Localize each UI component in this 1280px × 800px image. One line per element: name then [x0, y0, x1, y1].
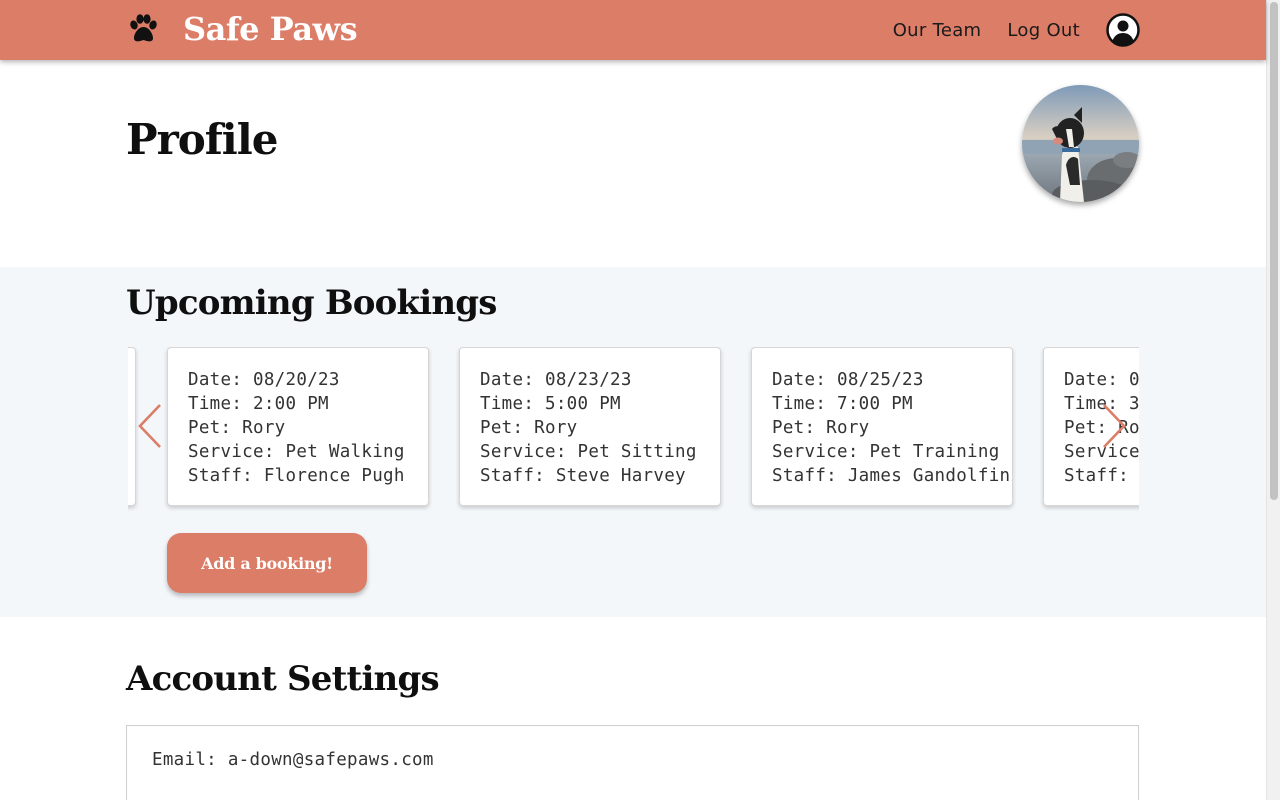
- booking-pet: Pet: Rory: [772, 418, 870, 438]
- page-scrollbar[interactable]: [1266, 0, 1280, 800]
- dog-photo-image: [1022, 85, 1139, 202]
- booking-card[interactable]: Date: 08/20/23 Time: 2:00 PM Pet: Rory S…: [167, 347, 429, 506]
- booking-service: Service: Pet Sitting: [480, 442, 697, 462]
- booking-staff: Staff: Florence Pugh: [188, 466, 405, 486]
- booking-time: Time: 5:00 PM: [480, 394, 621, 414]
- booking-pet: Pet: Rory: [480, 418, 578, 438]
- booking-card[interactable]: Date: 08/25/23 Time: 7:00 PM Pet: Rory S…: [751, 347, 1013, 506]
- carousel-next-button[interactable]: [1101, 403, 1127, 449]
- carousel-prev-button[interactable]: [137, 403, 163, 449]
- nav-our-team-link[interactable]: Our Team: [893, 20, 982, 41]
- booking-date: Date: 08/20/23: [188, 370, 340, 390]
- brand[interactable]: Safe Paws: [126, 10, 358, 48]
- account-settings-card: Email: a-down@safepaws.com: [126, 725, 1139, 800]
- navbar: Safe Paws Our Team Log Out: [0, 0, 1266, 60]
- settings-title: Account Settings: [126, 659, 440, 699]
- booking-service: Service: Pet Walking: [188, 442, 405, 462]
- profile-section: Profile: [0, 60, 1266, 267]
- booking-staff: Staff: Jo: [1064, 466, 1139, 486]
- account-circle-icon[interactable]: [1106, 13, 1140, 47]
- chevron-right-icon: [1103, 404, 1126, 448]
- bookings-section: Upcoming Bookings Date: 08/20/23 Time: 2…: [0, 267, 1266, 617]
- booking-time: Time: 2:00 PM: [188, 394, 329, 414]
- brand-name: Safe Paws: [183, 10, 358, 48]
- booking-service: Service: Pet Training: [772, 442, 1000, 462]
- nav-log-out-link[interactable]: Log Out: [1007, 20, 1080, 41]
- booking-staff: Staff: Steve Harvey: [480, 466, 686, 486]
- paw-icon: [130, 14, 157, 42]
- booking-pet: Pet: Rory: [188, 418, 286, 438]
- booking-card[interactable]: [128, 347, 136, 506]
- chevron-left-icon: [138, 404, 161, 448]
- add-booking-button[interactable]: Add a booking!: [167, 533, 367, 593]
- bookings-carousel[interactable]: Date: 08/20/23 Time: 2:00 PM Pet: Rory S…: [128, 347, 1139, 512]
- booking-staff: Staff: James Gandolfini: [772, 466, 1013, 486]
- bookings-title: Upcoming Bookings: [126, 283, 497, 323]
- email-value: Email: a-down@safepaws.com: [152, 750, 434, 770]
- booking-date: Date: 08/25/23: [772, 370, 924, 390]
- avatar[interactable]: [1022, 85, 1139, 202]
- booking-time: Time: 7:00 PM: [772, 394, 913, 414]
- settings-section: Account Settings Email: a-down@safepaws.…: [0, 617, 1266, 800]
- booking-date: Date: 08/23/23: [480, 370, 632, 390]
- booking-card[interactable]: Date: 08/23/23 Time: 5:00 PM Pet: Rory S…: [459, 347, 721, 506]
- booking-date: Date: 08: [1064, 370, 1139, 390]
- scrollbar-thumb[interactable]: [1270, 2, 1278, 500]
- nav-links: Our Team Log Out: [893, 13, 1140, 47]
- page-title: Profile: [126, 115, 278, 164]
